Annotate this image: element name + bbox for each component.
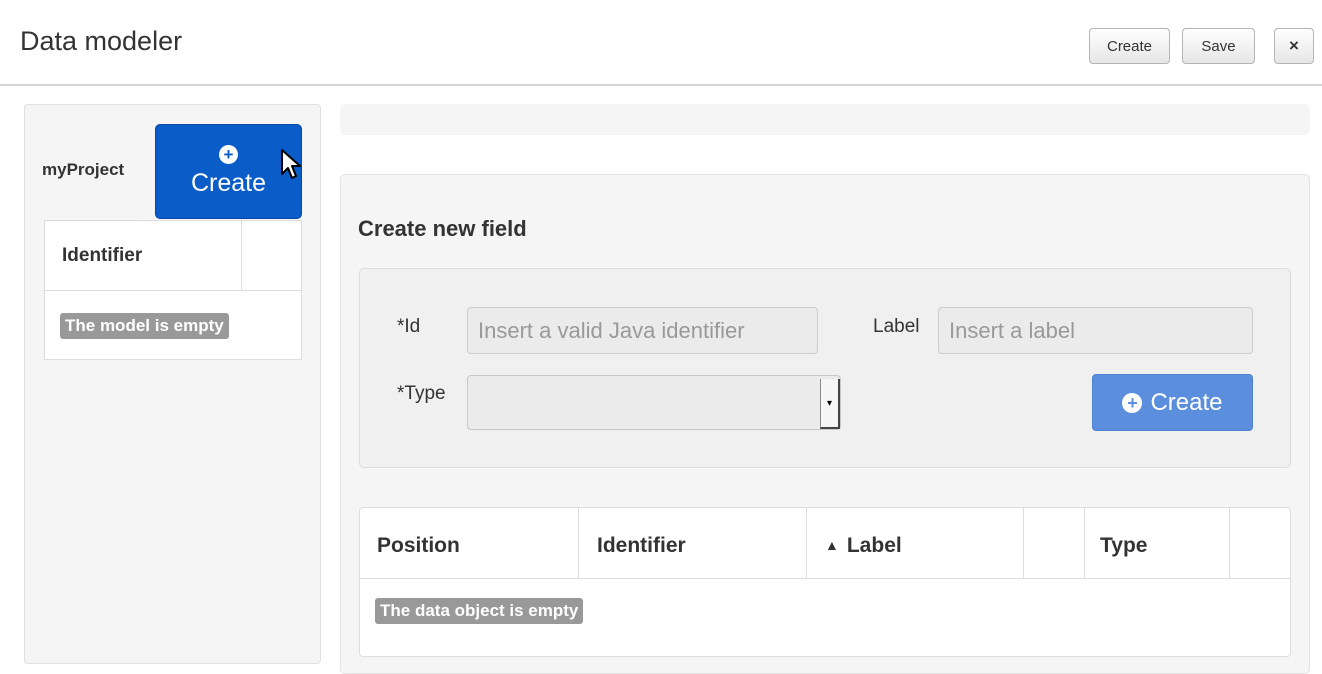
column-header-blank — [242, 221, 301, 291]
column-header-identifier[interactable]: Identifier — [579, 508, 807, 579]
column-header-label[interactable]: ▲ Label — [807, 508, 1024, 579]
id-label: *Id — [397, 316, 421, 337]
section-title: Create new field — [358, 216, 527, 241]
plus-circle-icon: + — [1122, 392, 1143, 413]
type-label: *Type — [397, 383, 446, 404]
label-input[interactable]: Insert a label — [938, 307, 1253, 354]
create-field-button[interactable]: + Create — [1092, 374, 1253, 431]
fields-table: Position Identifier ▲ Label Type — [359, 507, 1291, 657]
column-header-position[interactable]: Position — [360, 508, 579, 579]
label-label: Label — [873, 316, 920, 337]
sort-ascending-icon: ▲ — [825, 537, 839, 553]
mouse-cursor-icon — [281, 149, 301, 179]
column-header-blank — [1024, 508, 1085, 579]
column-header-actions — [1230, 508, 1291, 579]
top-bar: Data modeler Create Save × — [0, 0, 1322, 86]
project-name: myProject — [42, 160, 125, 179]
close-button[interactable]: × — [1274, 28, 1314, 64]
page-title: Data modeler — [20, 26, 183, 56]
plus-circle-icon: + — [219, 145, 238, 164]
empty-model-badge: The model is empty — [60, 313, 229, 339]
breadcrumb-bar — [340, 104, 1310, 135]
id-input[interactable]: Insert a valid Java identifier — [467, 307, 818, 354]
dropdown-arrow-icon[interactable]: ▾ — [820, 379, 840, 429]
header-create-button[interactable]: Create — [1089, 28, 1170, 64]
empty-data-object-badge: The data object is empty — [375, 598, 584, 624]
column-header-identifier[interactable]: Identifier — [45, 221, 242, 291]
header-save-button[interactable]: Save — [1182, 28, 1255, 64]
data-objects-table: Identifier — [44, 220, 302, 360]
column-header-label-text: Label — [846, 534, 902, 557]
new-field-form — [359, 268, 1291, 468]
type-select[interactable]: ▾ — [467, 375, 841, 430]
create-button-label: Create — [190, 169, 267, 197]
close-icon: × — [1289, 36, 1299, 55]
column-header-type[interactable]: Type — [1085, 508, 1230, 579]
create-field-label: Create — [1150, 388, 1223, 416]
